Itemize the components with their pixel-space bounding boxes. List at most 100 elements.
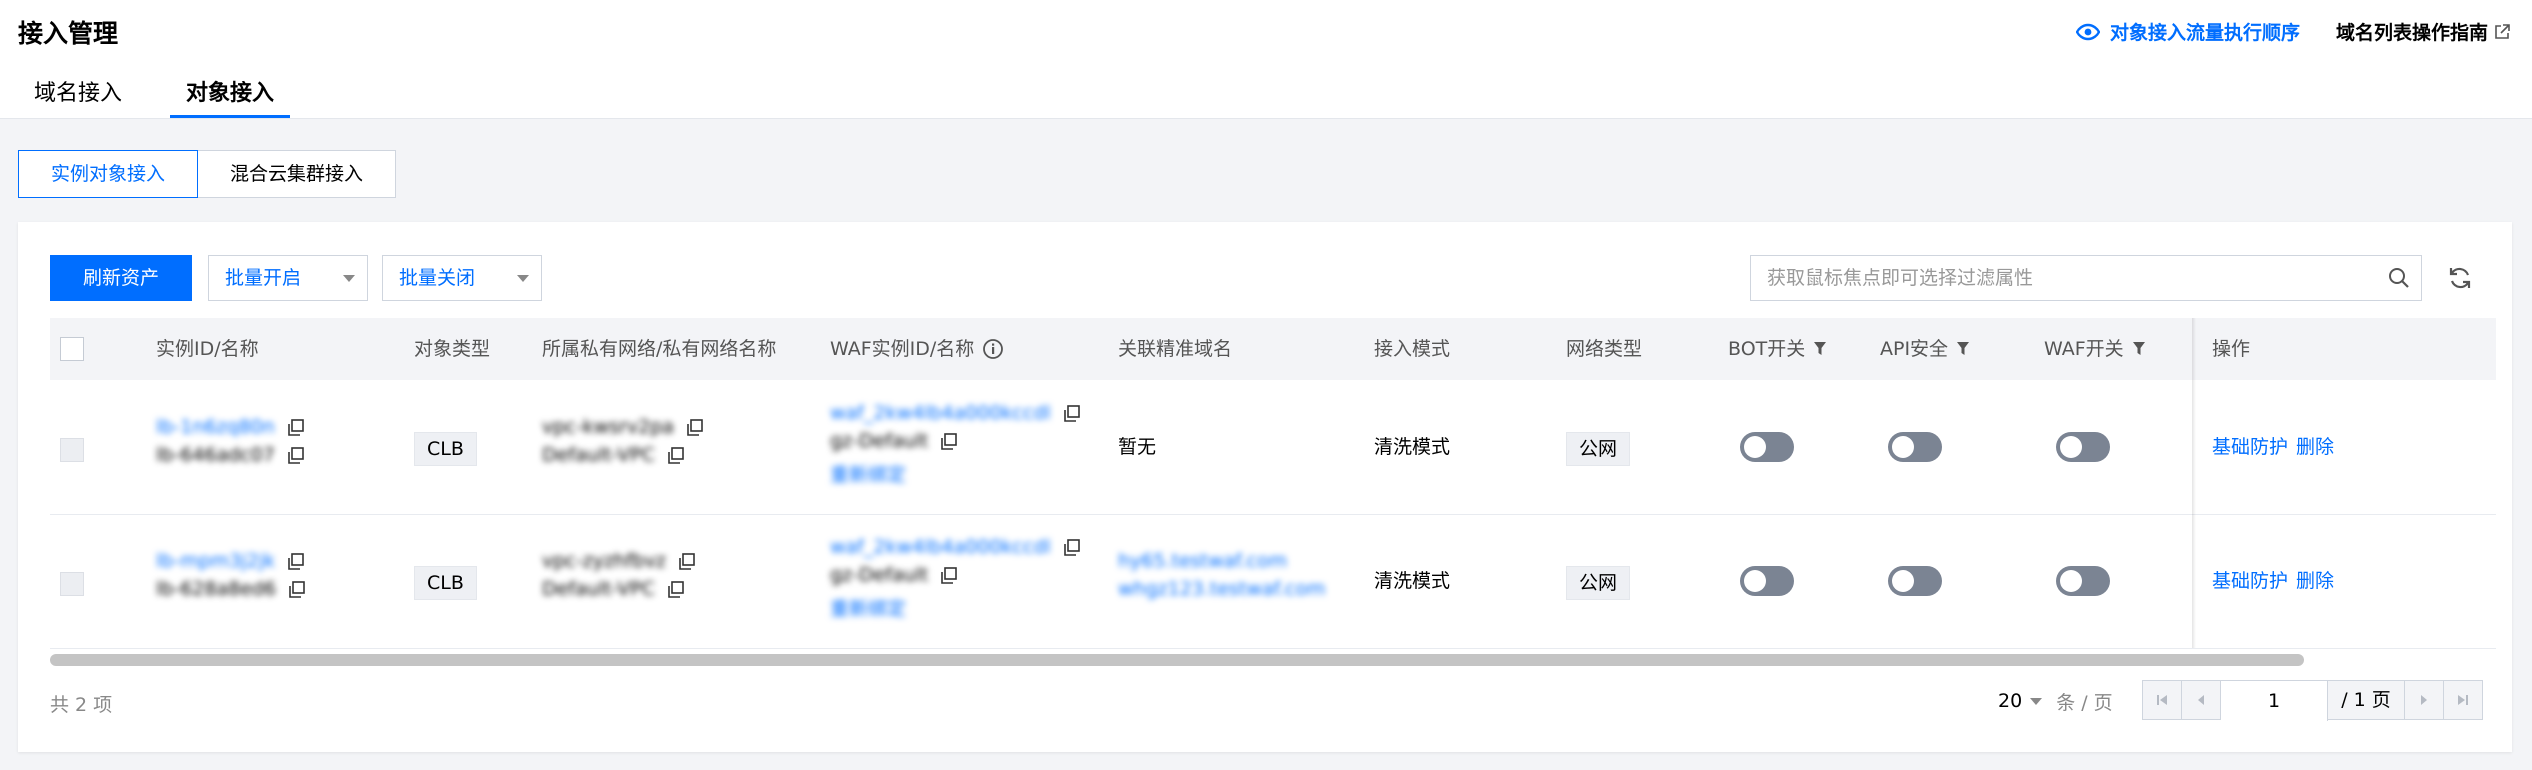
instance-name: lb-646adc07 xyxy=(156,444,275,466)
waf-switch[interactable] xyxy=(2056,432,2110,462)
copy-icon[interactable] xyxy=(667,446,685,465)
rebind-link[interactable]: 重新绑定 xyxy=(830,594,906,621)
external-link-icon xyxy=(2495,23,2510,39)
domain-link[interactable]: whgz123.testwaf.com xyxy=(1118,578,1326,600)
vpc-id: vpc-kwsrv2pa xyxy=(542,416,674,438)
bot-switch[interactable] xyxy=(1740,432,1794,462)
caret-down-icon xyxy=(517,275,529,282)
pagination: / 1 页 xyxy=(2142,680,2483,721)
waf-instance-name: gz-Default xyxy=(830,564,929,586)
bot-switch[interactable] xyxy=(1740,566,1794,596)
page-title: 接入管理 xyxy=(18,19,119,48)
col-bot: BOT开关 xyxy=(1728,318,1827,380)
copy-icon[interactable] xyxy=(1063,404,1081,423)
vpc-name: Default-VPC xyxy=(542,578,655,600)
batch-enable-label: 批量开启 xyxy=(225,267,302,289)
page-size-area: 20 条 / 页 xyxy=(1998,680,2113,722)
segment-instance-object[interactable]: 实例对象接入 xyxy=(18,150,199,198)
col-ops: 操作 xyxy=(2212,338,2251,360)
copy-icon[interactable] xyxy=(686,418,704,437)
waf-instance-link[interactable]: waf_2kw4lb4a000kccdl xyxy=(830,402,1051,424)
network-type-tag: 公网 xyxy=(1566,566,1631,600)
network-type-tag: 公网 xyxy=(1566,432,1631,466)
copy-icon[interactable] xyxy=(288,580,306,599)
row-checkbox[interactable] xyxy=(60,438,84,462)
instance-name: lb-628a8ed6 xyxy=(156,578,277,600)
segment-hybrid-cluster[interactable]: 混合云集群接入 xyxy=(198,150,397,198)
col-api: API安全 xyxy=(1880,318,1970,380)
page-size-value: 20 xyxy=(1998,690,2023,712)
eye-icon xyxy=(2075,23,2100,40)
table-header: 实例ID/名称 对象类型 所属私有网络/私有网络名称 WAF实例ID/名称 关联… xyxy=(50,318,2496,380)
delete-link[interactable]: 删除 xyxy=(2296,566,2334,593)
filter-search-input[interactable] xyxy=(1751,256,2369,300)
copy-icon[interactable] xyxy=(667,580,685,599)
waf-switch[interactable] xyxy=(2056,566,2110,596)
object-type-tag: CLB xyxy=(414,432,477,466)
first-page-button[interactable] xyxy=(2143,681,2182,719)
table-row: lb-mpm3j2jk lb-628a8ed6 CLB vpc-zyzhfbvz… xyxy=(50,514,2496,649)
per-page-label: 条 / 页 xyxy=(2056,691,2113,714)
col-waf-label: WAF实例ID/名称 xyxy=(830,338,975,360)
filter-icon[interactable] xyxy=(1956,341,1970,357)
filter-icon[interactable] xyxy=(1813,341,1827,357)
page-size-select[interactable]: 20 xyxy=(1998,690,2043,712)
domain-text: 暂无 xyxy=(1118,436,1157,458)
main-tabs: 域名接入 对象接入 xyxy=(0,78,291,118)
page-number-input[interactable] xyxy=(2221,681,2328,721)
first-page-icon xyxy=(2157,695,2167,705)
info-icon[interactable] xyxy=(982,338,1004,360)
col-mode: 接入模式 xyxy=(1374,338,1451,360)
flow-order-label: 对象接入流量执行顺序 xyxy=(2109,22,2300,44)
col-instance: 实例ID/名称 xyxy=(156,338,259,360)
guide-link[interactable]: 域名列表操作指南 xyxy=(2336,18,2510,45)
col-net: 网络类型 xyxy=(1566,338,1643,360)
copy-icon[interactable] xyxy=(940,566,958,585)
basic-protection-link[interactable]: 基础防护 xyxy=(2212,566,2288,593)
copy-icon[interactable] xyxy=(940,432,958,451)
horizontal-scrollbar[interactable] xyxy=(50,654,2304,666)
batch-disable-dropdown[interactable]: 批量关闭 xyxy=(382,255,542,301)
batch-disable-label: 批量关闭 xyxy=(399,267,476,289)
prev-page-button[interactable] xyxy=(2182,681,2221,719)
access-mode: 清洗模式 xyxy=(1374,436,1451,458)
col-waf: WAF实例ID/名称 xyxy=(830,318,1004,380)
flow-order-link[interactable]: 对象接入流量执行顺序 xyxy=(2075,18,2300,45)
object-list-card: 刷新资产 批量开启 批量关闭 实例ID/名称 对象类型 所属私有网络/私有网络名… xyxy=(18,222,2512,752)
next-page-button[interactable] xyxy=(2405,681,2444,719)
delete-link[interactable]: 删除 xyxy=(2296,432,2334,459)
instance-id-link[interactable]: lb-mpm3j2jk xyxy=(156,550,275,572)
api-security-switch[interactable] xyxy=(1888,566,1942,596)
access-mode: 清洗模式 xyxy=(1374,570,1451,592)
col-waf-switch-label: WAF开关 xyxy=(2044,338,2124,360)
filter-icon[interactable] xyxy=(2132,341,2146,357)
copy-icon[interactable] xyxy=(287,446,305,465)
copy-icon[interactable] xyxy=(1063,538,1081,557)
copy-icon[interactable] xyxy=(287,418,305,437)
select-all-checkbox[interactable] xyxy=(60,337,84,361)
prev-page-icon xyxy=(2198,695,2204,705)
tab-domain-access[interactable]: 域名接入 xyxy=(34,78,122,118)
tab-object-access[interactable]: 对象接入 xyxy=(170,78,291,118)
access-type-segment: 实例对象接入 混合云集群接入 xyxy=(18,150,397,198)
copy-icon[interactable] xyxy=(678,552,696,571)
col-domain: 关联精准域名 xyxy=(1118,338,1233,360)
domain-link[interactable]: hy65.testwaf.com xyxy=(1118,550,1287,572)
refresh-assets-button[interactable]: 刷新资产 xyxy=(50,255,192,301)
last-page-button[interactable] xyxy=(2444,681,2482,719)
col-vpc: 所属私有网络/私有网络名称 xyxy=(542,338,777,360)
filter-search-box xyxy=(1750,255,2422,301)
waf-instance-link[interactable]: waf_2kw4lb4a000kccdl xyxy=(830,536,1051,558)
object-type-tag: CLB xyxy=(414,566,477,600)
instance-id-link[interactable]: lb-1n6zq80n xyxy=(156,416,275,438)
rebind-link[interactable]: 重新绑定 xyxy=(830,460,906,487)
col-api-label: API安全 xyxy=(1880,338,1949,360)
row-checkbox[interactable] xyxy=(60,572,84,596)
refresh-icon[interactable] xyxy=(2446,264,2474,292)
basic-protection-link[interactable]: 基础防护 xyxy=(2212,432,2288,459)
fixed-column-shadow xyxy=(2192,318,2196,648)
search-icon[interactable] xyxy=(2387,266,2411,290)
batch-enable-dropdown[interactable]: 批量开启 xyxy=(208,255,368,301)
api-security-switch[interactable] xyxy=(1888,432,1942,462)
copy-icon[interactable] xyxy=(287,552,305,571)
